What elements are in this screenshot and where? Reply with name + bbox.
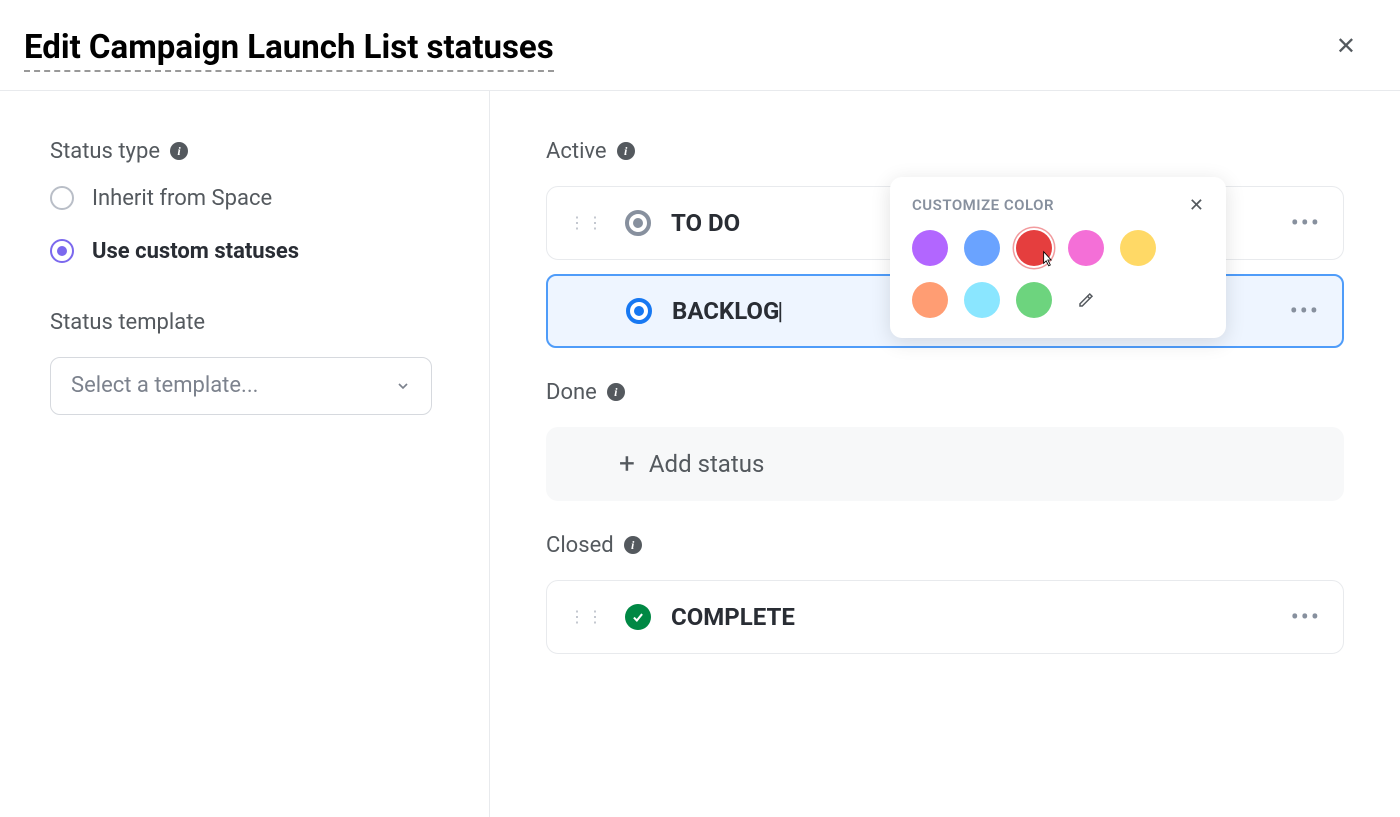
status-type-label: Status type i [50,139,439,164]
status-color-icon[interactable] [625,210,651,236]
done-label-text: Done [546,380,597,405]
template-placeholder: Select a template... [71,373,258,398]
color-picker-title: CUSTOMIZE COLOR [912,196,1054,214]
checkmark-icon [631,610,645,624]
active-section-label: Active i [546,139,1344,164]
done-section-label: Done i [546,380,1344,405]
info-icon[interactable]: i [617,142,635,160]
color-swatch-yellow[interactable] [1120,230,1156,266]
cursor-pointer-icon [1037,250,1057,270]
eyedropper-icon[interactable] [1068,282,1104,318]
close-icon[interactable]: ✕ [1332,28,1360,64]
template-select[interactable]: Select a template... [50,357,432,415]
left-panel: Status type i Inherit from Space Use cus… [0,91,490,817]
radio-circle-icon [50,186,74,210]
status-color-icon[interactable] [626,298,652,324]
color-swatch-green[interactable] [1016,282,1052,318]
drag-handle-icon[interactable]: ⋮⋮ [569,609,605,625]
close-icon[interactable]: ✕ [1189,195,1204,216]
plus-icon: + [619,447,635,480]
edit-statuses-modal: Edit Campaign Launch List statuses ✕ Sta… [0,0,1400,817]
color-swatch-blue[interactable] [964,230,1000,266]
color-picker-header: CUSTOMIZE COLOR ✕ [912,195,1204,216]
status-template-label: Status template [50,310,439,335]
radio-inherit-label: Inherit from Space [92,186,272,211]
color-swatch-orange[interactable] [912,282,948,318]
closed-section-label: Closed i [546,533,1344,558]
status-color-icon[interactable] [625,604,651,630]
status-item-complete[interactable]: ⋮⋮ COMPLETE ••• [546,580,1344,654]
radio-circle-icon [50,239,74,263]
done-section: Done i + Add status [546,380,1344,501]
status-type-text: Status type [50,139,160,164]
status-template-text: Status template [50,310,205,335]
modal-title[interactable]: Edit Campaign Launch List statuses [24,28,554,72]
modal-body: Status type i Inherit from Space Use cus… [0,91,1400,817]
status-name: COMPLETE [671,603,1271,631]
radio-custom-label: Use custom statuses [92,239,299,264]
modal-header: Edit Campaign Launch List statuses ✕ [0,0,1400,91]
right-panel: Active i ⋮⋮ TO DO ••• ⋮⋮ BACKLOG ••• [490,91,1400,817]
radio-use-custom-statuses[interactable]: Use custom statuses [50,239,439,264]
more-icon[interactable]: ••• [1291,605,1321,629]
info-icon[interactable]: i [607,383,625,401]
color-swatch-cyan[interactable] [964,282,1000,318]
info-icon[interactable]: i [170,142,188,160]
add-status-label: Add status [649,450,764,478]
more-icon[interactable]: ••• [1291,211,1321,235]
closed-section: Closed i ⋮⋮ COMPLETE ••• [546,533,1344,654]
more-icon[interactable]: ••• [1290,299,1320,323]
info-icon[interactable]: i [624,536,642,554]
color-swatch-red[interactable] [1016,230,1052,266]
closed-label-text: Closed [546,533,614,558]
color-swatches [912,230,1204,318]
add-status-button[interactable]: + Add status [546,427,1344,501]
status-type-radio-group: Inherit from Space Use custom statuses [50,186,439,264]
active-label-text: Active [546,139,607,164]
color-picker-popover: CUSTOMIZE COLOR ✕ [890,177,1226,338]
color-swatch-pink[interactable] [1068,230,1104,266]
radio-inherit-from-space[interactable]: Inherit from Space [50,186,439,211]
drag-handle-icon[interactable]: ⋮⋮ [569,215,605,231]
chevron-down-icon [395,378,411,394]
color-swatch-purple[interactable] [912,230,948,266]
